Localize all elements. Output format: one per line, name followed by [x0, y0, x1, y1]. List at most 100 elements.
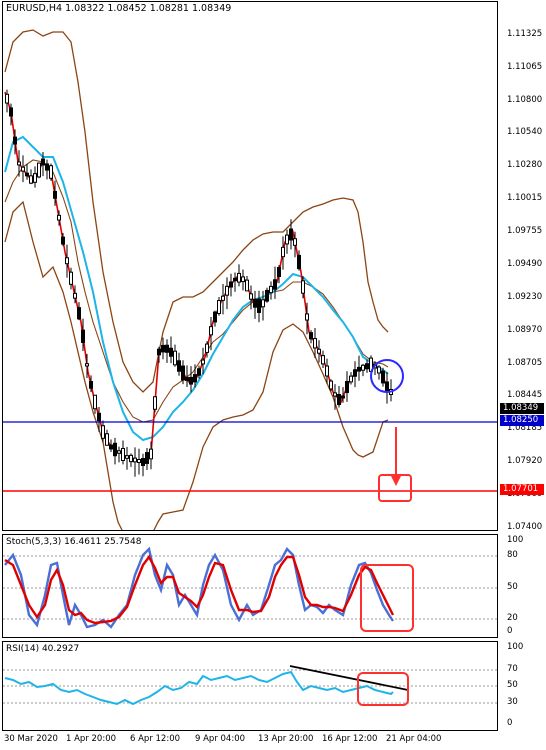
candle-body — [37, 162, 41, 178]
chart-title: EURUSD,H4 1.08322 1.08452 1.08281 1.0834… — [6, 3, 232, 14]
candle-body — [109, 444, 113, 450]
stoch-axis-label: 20 — [507, 613, 518, 623]
candle-body — [329, 380, 333, 390]
candle-body — [13, 136, 17, 145]
candle-body — [353, 369, 357, 377]
time-axis-label: 6 Apr 12:00 — [130, 734, 181, 744]
candlesticks — [5, 89, 393, 477]
candle-body — [169, 347, 173, 357]
candle-body — [193, 374, 197, 383]
candle-body — [365, 363, 369, 370]
candle-body — [61, 236, 65, 245]
candle-body — [233, 277, 237, 282]
candle-body — [357, 366, 361, 372]
candle-body — [65, 257, 69, 265]
candle-body — [93, 394, 97, 410]
candle-body — [137, 458, 141, 464]
rsi-label: RSI(14) 40.2927 — [6, 644, 80, 654]
candle-body — [45, 163, 49, 171]
candle-body — [253, 298, 257, 308]
candle-body — [105, 433, 109, 446]
price-axis-label: 1.09755 — [507, 226, 543, 236]
stoch-axis-label: 50 — [507, 582, 518, 592]
price-plot-area[interactable] — [2, 1, 498, 531]
candle-body — [229, 281, 233, 288]
time-axis-label: 21 Apr 04:00 — [386, 734, 442, 744]
moving-average-slow — [4, 135, 389, 442]
candle-body — [9, 107, 13, 117]
candle-body — [141, 458, 145, 466]
price-chart — [3, 29, 497, 530]
rsi-axis-label: 50 — [507, 680, 518, 690]
candle-body — [237, 272, 241, 283]
candle-body — [161, 344, 165, 353]
price-axis-label: 1.07920 — [507, 456, 543, 466]
candle-body — [381, 370, 385, 384]
candle-body — [305, 313, 309, 321]
candle-body — [117, 450, 121, 454]
candle-body — [57, 214, 61, 221]
candle-body — [145, 452, 149, 464]
candle-body — [121, 448, 125, 461]
candle-body — [89, 380, 93, 389]
price-axis-label: 1.08970 — [507, 325, 543, 335]
candle-body — [265, 289, 269, 302]
candle-body — [41, 158, 45, 166]
candle-body — [321, 355, 325, 365]
rsi-axis-label: 30 — [507, 697, 518, 707]
candle-body — [221, 295, 225, 301]
candle-body — [53, 190, 57, 199]
candle-body — [269, 285, 273, 294]
candle-body — [317, 348, 321, 354]
price-axis-label: 1.11325 — [507, 29, 543, 39]
price-axis-label: 1.07400 — [507, 522, 543, 532]
candle-body — [77, 307, 81, 320]
candle-body — [17, 161, 21, 166]
current-price-tag: 1.08349 — [500, 403, 544, 414]
stoch-axis-label: 0 — [507, 626, 513, 636]
candle-body — [29, 175, 33, 184]
candle-body — [361, 364, 365, 371]
price-axis-label: 1.08705 — [507, 358, 543, 368]
candle-body — [73, 292, 77, 299]
stochastic-plot-area[interactable] — [2, 534, 498, 638]
candle-body — [209, 326, 213, 336]
price-axis-label: 1.10540 — [507, 127, 543, 137]
time-axis-label: 30 Mar 2020 — [4, 734, 58, 744]
stochastic-panel: Stoch(5,3,3) 16.4611 25.7548 100 80 50 20 0 — [0, 533, 546, 639]
price-axis-label: 1.10280 — [507, 160, 543, 170]
rsi-line — [4, 670, 394, 706]
candle-body — [385, 381, 389, 393]
rsi-plot-area[interactable] — [2, 641, 498, 731]
candle-body — [69, 271, 73, 285]
rsi-axis-label: 100 — [507, 642, 524, 652]
candle-body — [149, 448, 153, 460]
candle-body — [261, 299, 265, 308]
candle-body — [213, 311, 217, 323]
candle-body — [205, 343, 209, 353]
candle-body — [217, 300, 221, 314]
rsi-axis-label: 70 — [507, 664, 518, 674]
stochastic-label: Stoch(5,3,3) 16.4611 25.7548 — [6, 537, 142, 547]
price-axis-label: 1.10015 — [507, 193, 543, 203]
candle-body — [165, 344, 169, 353]
stoch-highlight-box — [360, 564, 414, 632]
candle-body — [81, 329, 85, 343]
candle-body — [5, 93, 9, 104]
price-panel: EURUSD,H4 1.08322 1.08452 1.08281 1.0834… — [0, 0, 546, 532]
candle-body — [113, 442, 117, 457]
candle-body — [257, 298, 261, 313]
candle-body — [285, 234, 289, 245]
candle-body — [173, 350, 177, 366]
candle-body — [133, 457, 137, 463]
candle-body — [21, 166, 25, 172]
candle-body — [125, 455, 129, 459]
stoch-signal-line — [4, 554, 395, 625]
candle-body — [153, 396, 157, 410]
stoch-axis-label: 100 — [507, 535, 524, 545]
candle-body — [85, 363, 89, 367]
target-price-tag: 1.07701 — [500, 484, 544, 495]
candle-body — [293, 238, 297, 246]
candle-body — [241, 276, 245, 283]
candle-body — [101, 425, 105, 439]
